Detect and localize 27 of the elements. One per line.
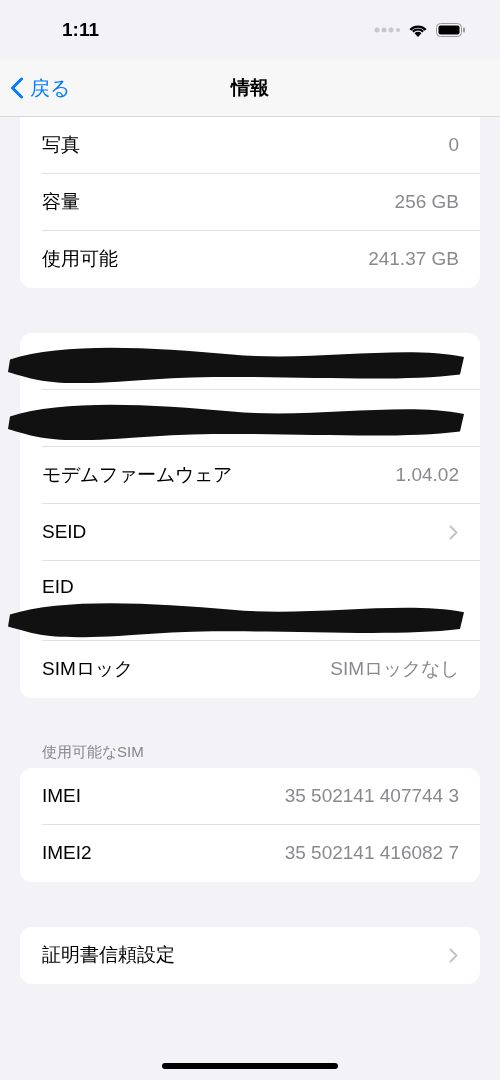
row-label: EID	[42, 575, 74, 599]
nav-title: 情報	[231, 75, 269, 100]
row-label: 容量	[42, 189, 80, 214]
row-label: 使用可能	[42, 247, 118, 272]
row-label: 写真	[42, 132, 80, 157]
status-time: 1:11	[62, 17, 99, 42]
row-value: 241.37 GB	[368, 247, 459, 272]
row-value: 35 502141 407744 3	[284, 783, 459, 808]
battery-icon	[436, 23, 466, 37]
row-label: IMEI2	[42, 841, 92, 866]
chevron-left-icon	[10, 77, 24, 99]
row-value: 256 GB	[394, 189, 459, 214]
row-label: SIMロック	[42, 657, 133, 682]
chevron-right-icon	[449, 524, 458, 540]
row-value: 0	[448, 132, 459, 157]
row-label: IMEI	[42, 783, 82, 808]
back-button[interactable]: 戻る	[10, 73, 70, 103]
row-label: モデムファームウェア	[42, 462, 232, 487]
settings-row[interactable]: SEID	[42, 504, 480, 561]
settings-row[interactable]: 証明書信頼設定	[42, 927, 480, 984]
row-value: 1.04.02	[395, 462, 459, 487]
signal-icon	[374, 27, 400, 33]
section-header: 使用可能なSIM	[42, 741, 144, 762]
wifi-icon	[408, 22, 428, 38]
row-value: SIMロックなし	[330, 657, 459, 682]
row-value: 35 502141 416082 7	[284, 841, 459, 866]
chevron-right-icon	[449, 948, 458, 963]
